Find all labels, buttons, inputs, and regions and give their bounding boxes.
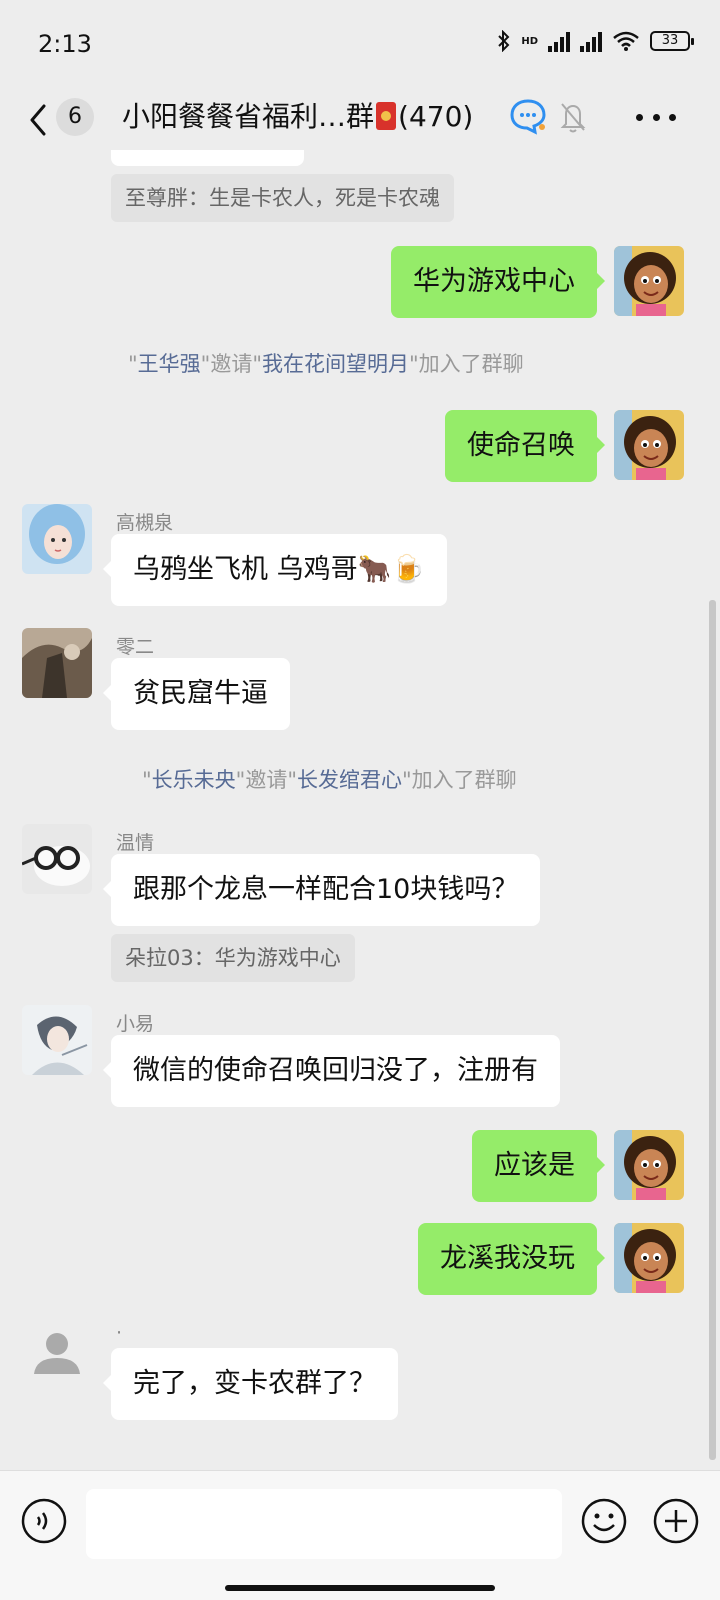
system-notice-join: "王华强"邀请"我在花间望明月"加入了群聊 [128, 348, 524, 378]
sys-joined-text: "加入了群聊 [409, 352, 524, 376]
chat-title[interactable]: 小阳餐餐省福利…群 (470) [122, 98, 473, 136]
status-bar: 2:13 HD 33 [0, 0, 720, 88]
member-message-bubble[interactable]: 微信的使命召唤回归没了，注册有 [103, 1035, 560, 1107]
ai-chat-icon[interactable] [508, 96, 548, 136]
status-time: 2:13 [38, 30, 92, 58]
member-message-bubble[interactable]: 完了，变卡农群了？ [103, 1348, 398, 1420]
member-message-bubble[interactable]: 贫民窟牛逼 [103, 658, 290, 730]
sys-quote: " [142, 768, 152, 792]
cutoff-bubble [111, 150, 304, 166]
hd-label: HD [521, 35, 538, 47]
self-message-bubble[interactable]: 华为游戏中心 [391, 246, 605, 318]
red-envelope-icon [376, 102, 397, 130]
invitee-name[interactable]: 我在花间望明月 [262, 352, 409, 376]
member-avatar[interactable] [22, 504, 92, 574]
signal-icon [548, 30, 570, 52]
self-avatar[interactable] [614, 410, 684, 480]
member-count: (470) [398, 100, 474, 133]
default-avatar-icon[interactable] [22, 1322, 92, 1392]
input-bar [0, 1470, 720, 1600]
member-message-bubble[interactable]: 跟那个龙息一样配合10块钱吗？ [102, 854, 541, 926]
home-indicator[interactable] [225, 1585, 495, 1591]
mute-bell-icon [560, 103, 586, 133]
member-avatar[interactable] [22, 628, 92, 698]
sys-invite-text: "邀请" [235, 768, 297, 792]
battery-icon: 33 [650, 31, 694, 51]
chat-title-name: 小阳餐餐省福利…群 [122, 100, 375, 133]
self-avatar[interactable] [614, 246, 684, 316]
sender-name[interactable]: 高槻泉 [116, 508, 173, 535]
bluetooth-icon [498, 30, 510, 52]
sys-invite-text: "邀请" [200, 352, 262, 376]
scrollbar[interactable] [709, 600, 716, 1460]
emoji-icon[interactable] [580, 1497, 628, 1545]
signal-icon-2 [580, 30, 602, 52]
invitee-name[interactable]: 长发绾君心 [297, 768, 402, 792]
more-dots-icon[interactable] [636, 98, 676, 136]
self-message-bubble[interactable]: 使命召唤 [445, 410, 605, 482]
plus-icon[interactable] [652, 1497, 700, 1545]
sys-quote: " [128, 352, 138, 376]
member-avatar[interactable] [22, 824, 92, 894]
member-message-bubble[interactable]: 乌鸦坐飞机 乌鸡哥🐂🍺 [103, 534, 447, 606]
self-avatar[interactable] [614, 1223, 684, 1293]
self-avatar[interactable] [614, 1130, 684, 1200]
sender-name[interactable]: · [116, 1322, 122, 1344]
inviter-name[interactable]: 长乐未央 [152, 768, 236, 792]
message-quote[interactable]: 至尊胖：生是卡农人，死是卡农魂 [111, 174, 454, 222]
inviter-name[interactable]: 王华强 [138, 352, 201, 376]
system-notice-join: "长乐未央"邀请"长发绾君心"加入了群聊 [142, 764, 517, 794]
back-arrow-icon[interactable] [24, 98, 56, 142]
message-quote[interactable]: 朵拉03：华为游戏中心 [111, 934, 355, 982]
sender-name[interactable]: 温情 [116, 828, 154, 855]
message-input[interactable] [86, 1489, 562, 1559]
sender-name[interactable]: 零二 [116, 632, 154, 659]
sys-joined-text: "加入了群聊 [402, 768, 517, 792]
member-avatar[interactable] [22, 1005, 92, 1075]
self-message-bubble[interactable]: 应该是 [472, 1130, 605, 1202]
sender-name[interactable]: 小易 [116, 1009, 154, 1036]
voice-icon[interactable] [20, 1497, 68, 1545]
status-icons: HD 33 [497, 30, 694, 52]
unread-count-badge[interactable]: 6 [56, 98, 94, 136]
self-message-bubble[interactable]: 龙溪我没玩 [418, 1223, 605, 1295]
chat-message-list[interactable]: 至尊胖：生是卡农人，死是卡农魂 华为游戏中心 "王华强"邀请"我在花间望明月"加… [0, 150, 720, 1472]
wifi-icon [613, 31, 639, 51]
